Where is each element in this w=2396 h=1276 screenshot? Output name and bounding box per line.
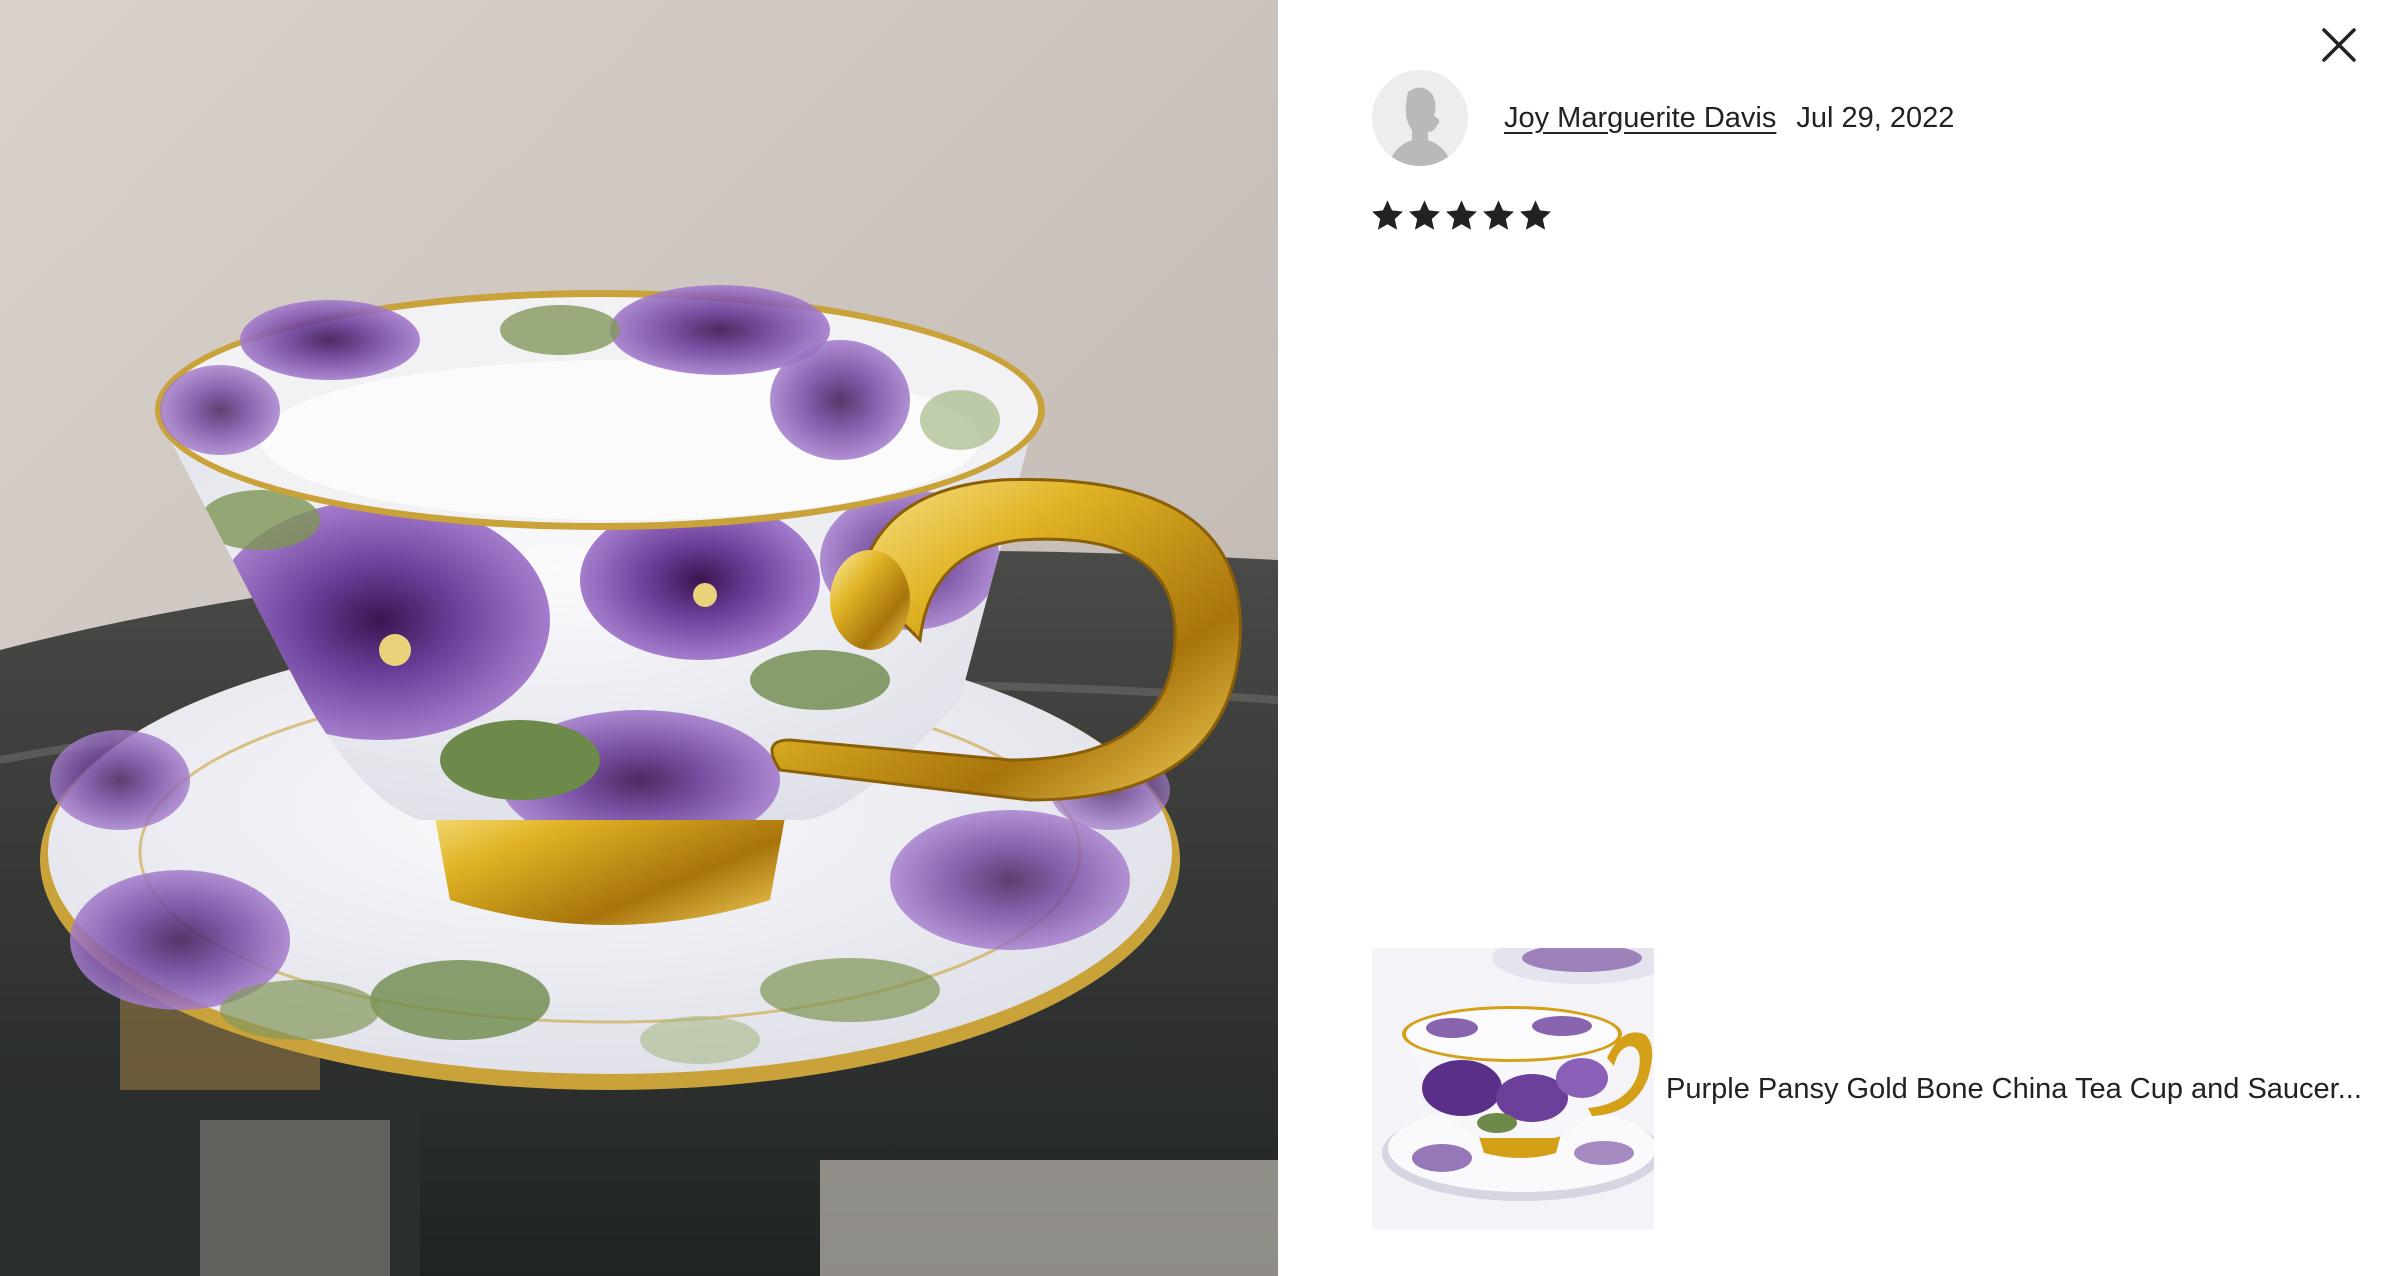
review-date: Jul 29, 2022 bbox=[1796, 101, 1955, 134]
star-icon bbox=[1446, 200, 1477, 230]
star-icon bbox=[1483, 200, 1514, 230]
listing-thumbnail[interactable] bbox=[1372, 948, 1654, 1230]
close-button[interactable] bbox=[2314, 20, 2364, 70]
listing-title[interactable]: Purple Pansy Gold Bone China Tea Cup and… bbox=[1666, 1073, 2362, 1106]
listing-teacup-image bbox=[1372, 948, 1654, 1230]
listing-link[interactable]: Purple Pansy Gold Bone China Tea Cup and… bbox=[1372, 948, 2372, 1230]
review-modal: Joy Marguerite Davis Jul 29, 2022 Purple… bbox=[0, 0, 2396, 1276]
reviewer-header: Joy Marguerite Davis Jul 29, 2022 bbox=[1372, 68, 1954, 168]
star-icon bbox=[1372, 200, 1403, 230]
star-icon bbox=[1520, 200, 1551, 230]
default-avatar-icon bbox=[1372, 70, 1468, 166]
teacup-photo-illustration bbox=[0, 0, 1278, 1276]
star-rating bbox=[1370, 198, 1553, 233]
avatar[interactable] bbox=[1372, 70, 1468, 166]
close-icon bbox=[2322, 28, 2356, 62]
reviewer-name-link[interactable]: Joy Marguerite Davis bbox=[1504, 102, 1776, 135]
star-icon bbox=[1409, 200, 1440, 230]
review-photo bbox=[0, 0, 1278, 1276]
